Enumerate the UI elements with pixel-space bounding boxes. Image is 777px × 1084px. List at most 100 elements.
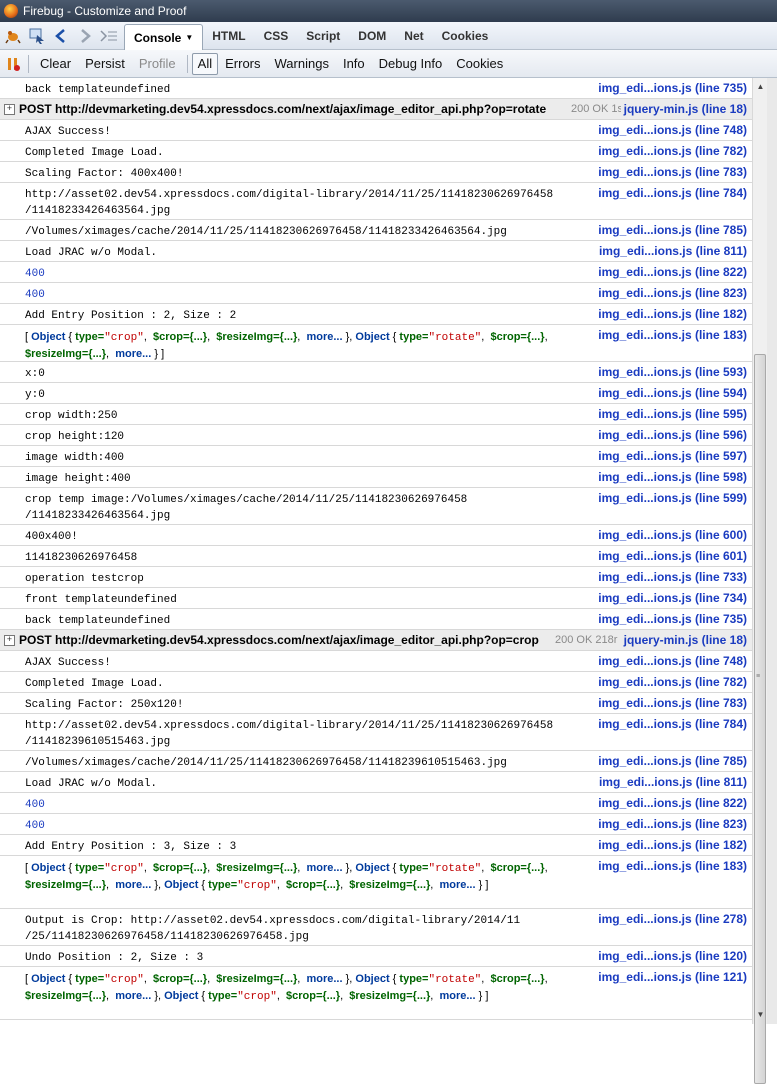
chevron-down-icon[interactable]: ▼ [185, 33, 193, 42]
source-link[interactable]: img_edi...ions.js (line 811) [599, 775, 747, 789]
net-request-row[interactable]: + POST http://devmarketing.dev54.xpressdo… [0, 630, 765, 651]
tab-net[interactable]: Net [395, 25, 432, 47]
source-link[interactable]: img_edi...ions.js (line 823) [598, 817, 747, 831]
source-link[interactable]: img_edi...ions.js (line 784) [598, 186, 747, 200]
log-row: AJAX Success! img_edi...ions.js (line 748… [0, 120, 765, 141]
filter-errors-button[interactable]: Errors [218, 54, 267, 74]
source-link[interactable]: jquery-min.js (line 18) [624, 102, 747, 116]
log-row: back templateundefined img_edi...ions.js … [0, 609, 765, 630]
vertical-scrollbar[interactable]: ▲ ≡ ▼ [752, 78, 768, 1084]
source-link[interactable]: img_edi...ions.js (line 782) [598, 144, 747, 158]
object-array-message[interactable]: [ Object { type="crop", $crop={...}, $re… [25, 860, 595, 894]
persist-button[interactable]: Persist [78, 54, 132, 74]
source-link[interactable]: img_edi...ions.js (line 735) [598, 612, 747, 626]
break-on-errors-icon[interactable] [2, 53, 24, 75]
source-link[interactable]: img_edi...ions.js (line 120) [598, 949, 747, 963]
log-row: Undo Position : 2, Size : 3 img_edi...ion… [0, 946, 765, 967]
filter-cookies-button[interactable]: Cookies [449, 54, 510, 74]
back-icon[interactable] [50, 25, 72, 47]
source-link[interactable]: img_edi...ions.js (line 600) [598, 528, 747, 542]
source-link[interactable]: img_edi...ions.js (line 748) [598, 654, 747, 668]
source-link[interactable]: img_edi...ions.js (line 182) [598, 307, 747, 321]
tab-html[interactable]: HTML [203, 25, 254, 47]
source-link[interactable]: img_edi...ions.js (line 748) [598, 123, 747, 137]
log-row: Completed Image Load. img_edi...ions.js (… [0, 141, 765, 162]
log-message: Add Entry Position : 2, Size : 2 [25, 310, 237, 322]
source-link[interactable]: img_edi...ions.js (line 183) [598, 859, 747, 873]
source-link[interactable]: img_edi...ions.js (line 783) [598, 165, 747, 179]
forward-icon[interactable] [74, 25, 96, 47]
expand-icon[interactable]: + [4, 104, 15, 115]
source-link[interactable]: img_edi...ions.js (line 595) [598, 407, 747, 421]
source-link[interactable]: img_edi...ions.js (line 601) [598, 549, 747, 563]
source-link[interactable]: img_edi...ions.js (line 593) [598, 365, 747, 379]
scroll-down-icon[interactable]: ▼ [753, 1008, 768, 1022]
command-line-icon[interactable] [98, 25, 120, 47]
source-link[interactable]: img_edi...ions.js (line 784) [598, 717, 747, 731]
tab-dom[interactable]: DOM [349, 25, 395, 47]
log-row: back templateundefined img_edi...ions.js … [0, 78, 765, 99]
source-link[interactable]: img_edi...ions.js (line 733) [598, 570, 747, 584]
source-link[interactable]: img_edi...ions.js (line 782) [598, 675, 747, 689]
firebug-menu-icon[interactable] [2, 25, 24, 47]
log-message: Add Entry Position : 3, Size : 3 [25, 841, 237, 853]
filter-info-button[interactable]: Info [336, 54, 372, 74]
object-array-message[interactable]: [ Object { type="crop", $crop={...}, $re… [25, 971, 595, 1005]
log-message: 400 [25, 820, 45, 832]
log-row: Scaling Factor: 250x120! img_edi...ions.j… [0, 693, 765, 714]
source-link[interactable]: img_edi...ions.js (line 182) [598, 838, 747, 852]
source-link[interactable]: img_edi...ions.js (line 734) [598, 591, 747, 605]
inspect-element-icon[interactable] [26, 25, 48, 47]
request-url[interactable]: POST http://devmarketing.dev54.xpressdoc… [19, 633, 539, 647]
source-link[interactable]: img_edi...ions.js (line 599) [598, 491, 747, 505]
source-link[interactable]: img_edi...ions.js (line 811) [599, 244, 747, 258]
expand-icon[interactable]: + [4, 635, 15, 646]
source-link[interactable]: jquery-min.js (line 18) [624, 633, 747, 647]
log-message: crop width:250 [25, 410, 118, 422]
request-url[interactable]: POST http://devmarketing.dev54.xpressdoc… [19, 102, 546, 116]
log-message: /Volumes/ximages/cache/2014/11/25/114182… [25, 757, 507, 769]
net-request-row[interactable]: + POST http://devmarketing.dev54.xpressdo… [0, 99, 765, 120]
log-message: Completed Image Load. [25, 678, 164, 690]
log-row: image height:400 img_edi...ions.js (line … [0, 467, 765, 488]
log-row: AJAX Success! img_edi...ions.js (line 748… [0, 651, 765, 672]
source-link[interactable]: img_edi...ions.js (line 785) [598, 754, 747, 768]
source-link[interactable]: img_edi...ions.js (line 278) [598, 912, 747, 926]
source-link[interactable]: img_edi...ions.js (line 183) [598, 328, 747, 342]
log-row: Load JRAC w/o Modal. img_edi...ions.js (l… [0, 241, 765, 262]
source-link[interactable]: img_edi...ions.js (line 594) [598, 386, 747, 400]
tab-script[interactable]: Script [297, 25, 349, 47]
source-link[interactable]: img_edi...ions.js (line 597) [598, 449, 747, 463]
scrollbar-thumb[interactable] [754, 354, 766, 1084]
log-row: Completed Image Load. img_edi...ions.js (… [0, 672, 765, 693]
log-row: [ Object { type="crop", $crop={...}, $re… [0, 856, 765, 909]
filter-debug-info-button[interactable]: Debug Info [372, 54, 450, 74]
tab-console[interactable]: Console ▼ [124, 24, 204, 50]
filter-warnings-button[interactable]: Warnings [268, 54, 336, 74]
object-array-message[interactable]: [ Object { type="crop", $crop={...}, $re… [25, 329, 595, 362]
log-message: crop temp image:/Volumes/ximages/cache/2… [25, 494, 468, 522]
filter-all-button[interactable]: All [191, 52, 219, 75]
tab-css[interactable]: CSS [255, 25, 298, 47]
source-link[interactable]: img_edi...ions.js (line 785) [598, 223, 747, 237]
request-status: 200 OK 1s [571, 103, 621, 115]
window-border [767, 78, 777, 1024]
scroll-up-icon[interactable]: ▲ [753, 80, 768, 94]
source-link[interactable]: img_edi...ions.js (line 822) [598, 265, 747, 279]
source-link[interactable]: img_edi...ions.js (line 783) [598, 696, 747, 710]
toolbar-separator [28, 54, 29, 73]
log-message: Load JRAC w/o Modal. [25, 247, 158, 259]
clear-button[interactable]: Clear [33, 54, 78, 74]
source-link[interactable]: img_edi...ions.js (line 822) [598, 796, 747, 810]
tab-cookies[interactable]: Cookies [433, 25, 498, 47]
log-row: 400 img_edi...ions.js (line 822) [0, 793, 765, 814]
source-link[interactable]: img_edi...ions.js (line 121) [598, 970, 747, 984]
source-link[interactable]: img_edi...ions.js (line 598) [598, 470, 747, 484]
log-row: /Volumes/ximages/cache/2014/11/25/114182… [0, 220, 765, 241]
profile-button[interactable]: Profile [132, 54, 183, 74]
log-row: image width:400 img_edi...ions.js (line 5… [0, 446, 765, 467]
source-link[interactable]: img_edi...ions.js (line 823) [598, 286, 747, 300]
source-link[interactable]: img_edi...ions.js (line 735) [598, 81, 747, 95]
source-link[interactable]: img_edi...ions.js (line 596) [598, 428, 747, 442]
console-log: back templateundefined img_edi...ions.js … [0, 78, 765, 1024]
